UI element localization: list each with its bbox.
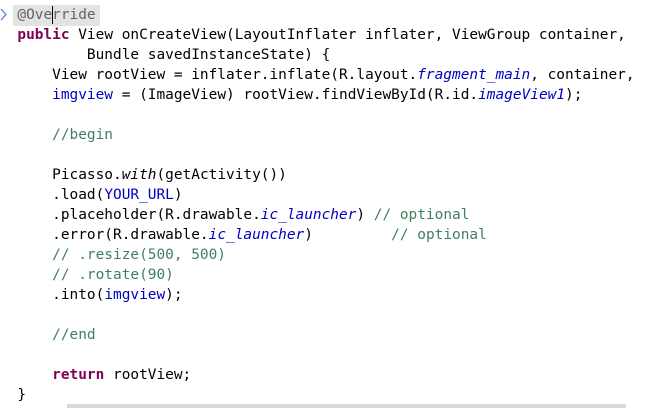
comment-token: //end bbox=[52, 327, 96, 343]
code-line[interactable]: .error(R.drawable.ic_launcher) // option… bbox=[0, 225, 635, 245]
code-line[interactable]: public View onCreateView(LayoutInflater … bbox=[0, 25, 635, 45]
code-line[interactable]: // .rotate(90) bbox=[0, 265, 635, 285]
code-token: } bbox=[0, 387, 27, 403]
code-line[interactable]: imgview = (ImageView) rootView.findViewB… bbox=[0, 85, 635, 105]
horizontal-scrollbar[interactable] bbox=[67, 404, 626, 408]
code-line[interactable] bbox=[0, 305, 635, 325]
code-line[interactable]: @Override bbox=[0, 5, 635, 25]
code-token: .error(R.drawable. bbox=[0, 227, 209, 243]
code-token: ) bbox=[356, 207, 374, 223]
code-token: rootView; bbox=[104, 367, 192, 383]
code-token: ) bbox=[173, 187, 183, 203]
code-token: View onCreateView(LayoutInflater inflate… bbox=[69, 27, 626, 43]
code-line[interactable]: .into(imgview); bbox=[0, 285, 635, 305]
comment-token: // .rotate(90) bbox=[52, 267, 174, 283]
code-line[interactable]: //begin bbox=[0, 125, 635, 145]
text-caret bbox=[52, 6, 53, 24]
code-token: View rootView = inflater.inflate(R.layou… bbox=[0, 67, 418, 83]
code-line[interactable]: Bundle savedInstanceState) { bbox=[0, 45, 635, 65]
code-line[interactable] bbox=[0, 145, 635, 165]
code-line[interactable]: // .resize(500, 500) bbox=[0, 245, 635, 265]
static-field-token: fragment_main bbox=[417, 67, 531, 83]
code-text[interactable]: @Override public View onCreateView(Layou… bbox=[0, 5, 635, 405]
code-line[interactable]: return rootView; bbox=[0, 365, 635, 385]
comment-token: //begin bbox=[52, 127, 114, 143]
keyword-token: return bbox=[52, 367, 105, 383]
code-token: Bundle savedInstanceState) { bbox=[0, 47, 331, 63]
code-token: = (ImageView) rootView.findViewById(R.id… bbox=[113, 87, 479, 103]
code-line[interactable]: .load(YOUR_URL) bbox=[0, 185, 635, 205]
field-token: imgview bbox=[52, 87, 114, 103]
static-field-token: ic_launcher bbox=[260, 207, 357, 223]
comment-token: // optional bbox=[373, 207, 470, 223]
code-token: , container, bbox=[530, 67, 635, 83]
comment-token: // .resize(500, 500) bbox=[52, 247, 226, 263]
static-field-token: imageView1 bbox=[478, 87, 566, 103]
code-line[interactable]: View rootView = inflater.inflate(R.layou… bbox=[0, 65, 635, 85]
method-token: with bbox=[121, 167, 157, 183]
code-token: .placeholder(R.drawable. bbox=[0, 207, 261, 223]
code-token: (getActivity()) bbox=[156, 167, 287, 183]
static-field-token: ic_launcher bbox=[208, 227, 305, 243]
field-token: YOUR_URL bbox=[104, 187, 174, 203]
code-line[interactable] bbox=[0, 345, 635, 365]
annotation-token: @Override bbox=[17, 7, 96, 23]
code-line[interactable] bbox=[0, 105, 635, 125]
comment-token: // optional bbox=[391, 227, 487, 243]
code-editor[interactable]: @Override public View onCreateView(Layou… bbox=[0, 0, 661, 408]
code-token: ); bbox=[565, 87, 583, 103]
code-line[interactable]: Picasso.with(getActivity()) bbox=[0, 165, 635, 185]
code-line[interactable]: //end bbox=[0, 325, 635, 345]
code-token: .load( bbox=[0, 187, 105, 203]
code-token: .into( bbox=[0, 287, 105, 303]
code-line[interactable]: } bbox=[0, 385, 635, 405]
code-line[interactable]: .placeholder(R.drawable.ic_launcher) // … bbox=[0, 205, 635, 225]
field-token: imgview bbox=[104, 287, 166, 303]
code-token: ) bbox=[304, 227, 392, 243]
code-token: ); bbox=[165, 287, 183, 303]
keyword-token: public bbox=[17, 27, 70, 43]
code-token: Picasso. bbox=[0, 167, 122, 183]
